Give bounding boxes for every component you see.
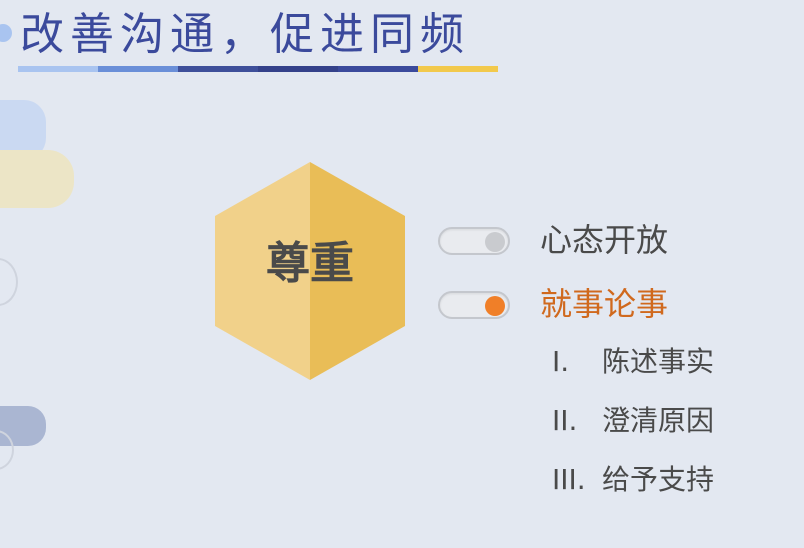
toggle-knob xyxy=(485,232,505,252)
toggle-fact-based[interactable] xyxy=(438,291,510,319)
title-dot xyxy=(0,24,12,42)
underline-segment xyxy=(178,66,258,72)
sub-item: II. 澄清原因 xyxy=(552,401,714,441)
underline-segment xyxy=(418,66,498,72)
toggle-open-mindset[interactable] xyxy=(438,227,510,255)
toggle-knob xyxy=(485,296,505,316)
underline-segment xyxy=(338,66,418,72)
underline-segment xyxy=(18,66,98,72)
center-label: 尊重 xyxy=(266,238,354,289)
sub-item-label: 陈述事实 xyxy=(602,345,715,378)
decorative-ring xyxy=(0,258,18,306)
sub-item-number: I. xyxy=(552,345,570,378)
decorative-pill-yellow xyxy=(0,150,74,208)
underline-segment xyxy=(98,66,178,72)
page-title: 改善沟通，促进同频 xyxy=(20,9,470,60)
sub-item-label: 澄清原因 xyxy=(602,404,715,437)
sub-item-number: III. xyxy=(552,463,586,496)
sub-item-label: 给予支持 xyxy=(602,463,715,496)
underline-segment xyxy=(258,66,338,72)
title-underline xyxy=(18,66,498,72)
sub-item-number: II. xyxy=(552,404,578,437)
item-fact-based: 就事论事 xyxy=(540,285,669,323)
sub-item: III. 给予支持 xyxy=(552,460,714,500)
sub-item: I. 陈述事实 xyxy=(552,342,714,382)
item-open-mindset: 心态开放 xyxy=(540,221,669,259)
